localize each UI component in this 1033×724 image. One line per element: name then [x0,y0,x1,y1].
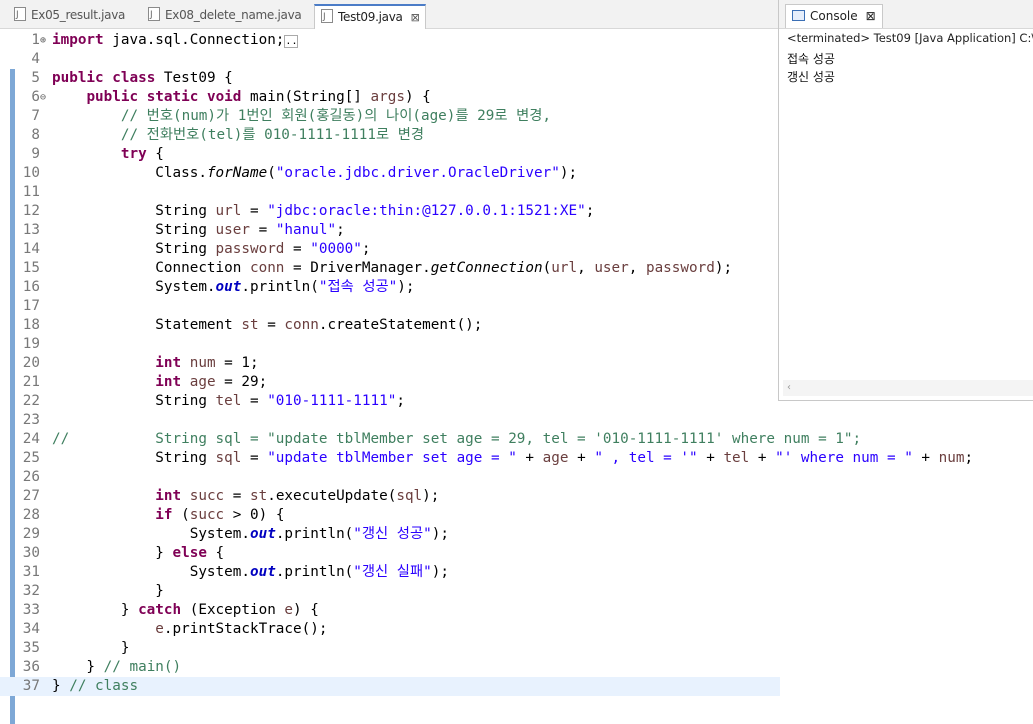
tab-console[interactable]: Console ⊠ [785,4,883,28]
code-editor[interactable]: 1 ⊕ import java.sql.Connection;.. 4 5 publi… [0,29,973,724]
tab-label: Ex05_result.java [31,8,126,22]
code-line-current: 37} // class [0,677,780,696]
horizontal-scrollbar[interactable]: ‹ [783,380,1033,396]
java-file-icon [14,4,26,26]
console-header: Console ⊠ [779,0,1033,29]
tab-ex05-result[interactable]: Ex05_result.java [14,4,125,27]
console-output-line: 갱신 성공 [787,70,835,84]
tab-label: Test09.java [338,10,403,24]
console-view[interactable]: Console ⊠ <terminated> Test09 [Java Appli… [778,0,1033,401]
console-output-line: 접속 성공 [787,52,835,66]
expand-fold-icon[interactable]: ⊕ [40,31,46,50]
collapse-fold-icon[interactable]: ⊖ [40,88,46,107]
close-icon[interactable]: ⊠ [411,11,420,24]
tab-label: Ex08_delete_name.java [165,8,302,22]
change-ruler [10,69,15,724]
tab-test09[interactable]: Test09.java ⊠ [314,4,427,29]
java-file-icon [321,6,333,28]
console-title: Console [810,9,858,23]
console-icon [792,10,805,21]
tab-ex08-delete-name[interactable]: Ex08_delete_name.java [148,4,302,27]
console-status: <terminated> Test09 [Java Application] C… [787,31,1033,45]
java-file-icon [148,4,160,26]
close-icon[interactable]: ⊠ [866,9,876,23]
chevron-left-icon[interactable]: ‹ [787,382,791,393]
